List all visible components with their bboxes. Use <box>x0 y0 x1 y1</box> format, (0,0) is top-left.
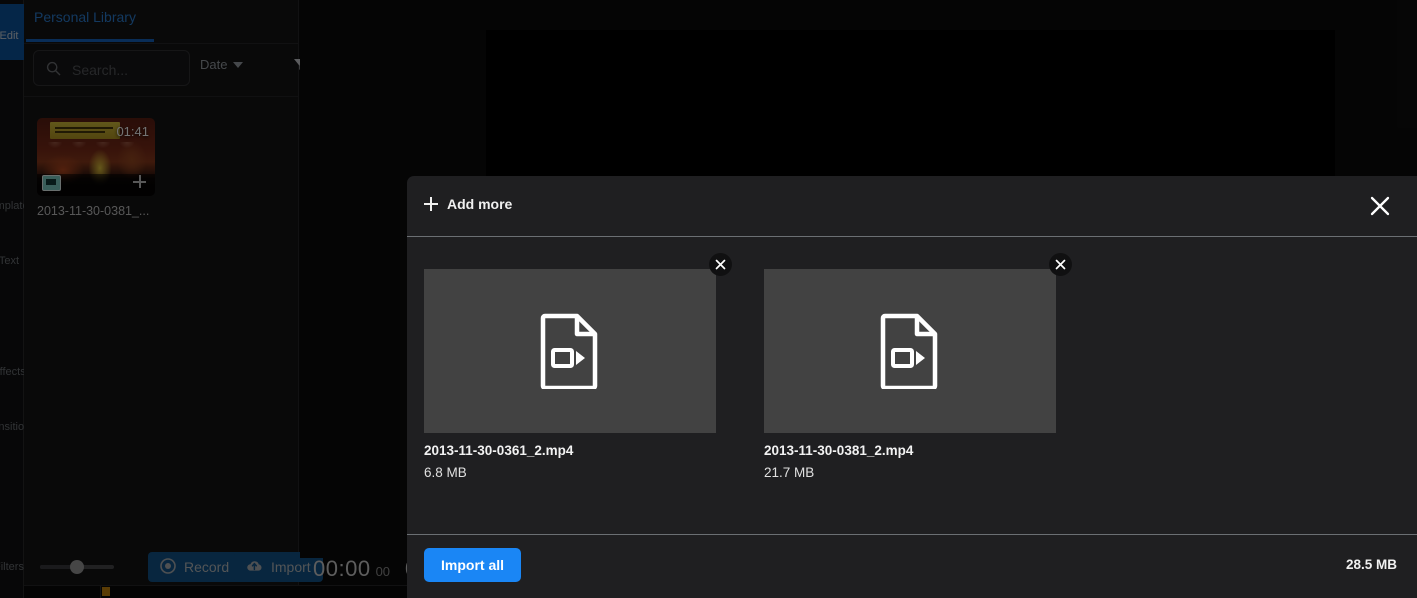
total-size-label: 28.5 MB <box>1345 557 1397 572</box>
file-thumbnail <box>424 253 732 433</box>
dialog-header: Add more <box>407 176 1417 237</box>
file-size: 6.8 MB <box>424 465 467 480</box>
remove-file-button[interactable] <box>709 253 732 276</box>
video-file-icon <box>880 313 938 389</box>
close-dialog-button[interactable] <box>1365 191 1395 221</box>
add-more-button[interactable]: Add more <box>424 196 512 212</box>
plus-icon <box>424 197 438 211</box>
import-all-button[interactable]: Import all <box>424 548 522 582</box>
dialog-footer: Import all 28.5 MB <box>407 534 1417 598</box>
file-name: 2013-11-30-0361_2.mp4 <box>424 443 574 458</box>
file-card[interactable]: 2013-11-30-0381_2.mp4 21.7 MB <box>764 253 1072 480</box>
file-size: 21.7 MB <box>764 465 815 480</box>
close-icon <box>1055 259 1066 270</box>
remove-file-button[interactable] <box>1049 253 1072 276</box>
video-file-icon <box>540 313 598 389</box>
close-icon <box>715 259 726 270</box>
file-card[interactable]: 2013-11-30-0361_2.mp4 6.8 MB <box>424 253 732 480</box>
add-more-label: Add more <box>447 196 513 212</box>
dialog-file-list: 2013-11-30-0361_2.mp4 6.8 MB 2013-11-30-… <box>407 237 1417 535</box>
file-thumbnail <box>764 253 1072 433</box>
close-icon <box>1370 196 1390 216</box>
file-name: 2013-11-30-0381_2.mp4 <box>764 443 914 458</box>
import-media-dialog: Add more 2013-11-30-0361_2.mp4 6.8 MB 20… <box>407 176 1417 598</box>
